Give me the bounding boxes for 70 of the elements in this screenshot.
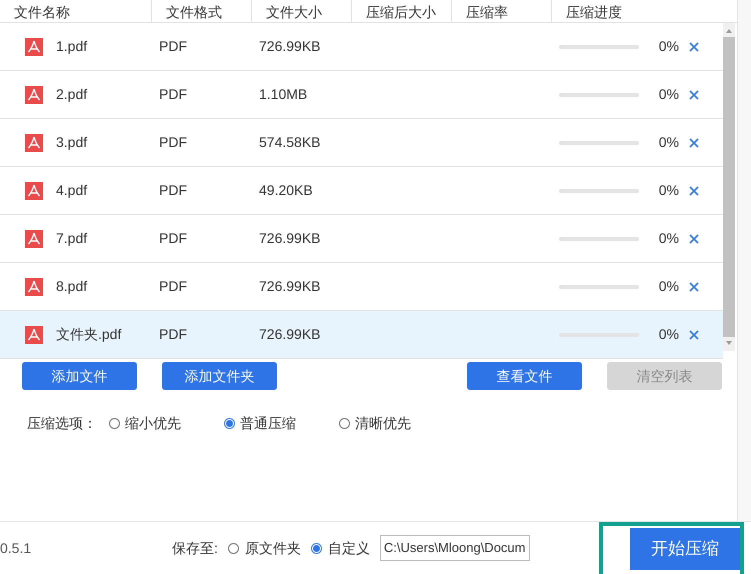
scroll-down-arrow-icon[interactable] [725,339,733,347]
column-header: 文件大小 [266,5,322,19]
compression-label: 压缩选项： [27,414,97,433]
radio-button[interactable] [224,418,235,429]
close-icon[interactable] [689,186,699,196]
pdf-file-icon [25,326,43,344]
radio-button[interactable] [228,542,239,554]
file-row[interactable]: 文件夹.pdf PDF 726.99KB 0% [0,311,723,359]
option-label[interactable]: 清晰优先 [355,413,411,434]
file-format: PDF [159,181,188,200]
pdf-file-icon [25,278,43,296]
file-name: 4.pdf [56,181,88,200]
column-header: 压缩后大小 [366,5,436,19]
pdf-file-icon [25,38,43,56]
action-button[interactable]: 添加文件 [22,362,137,390]
file-name: 2.pdf [56,85,88,104]
file-size: 726.99KB [259,325,322,344]
scroll-up-arrow-icon[interactable] [725,27,733,35]
option-label[interactable]: 原文件夹 [244,538,301,558]
close-icon[interactable] [689,282,699,292]
progress-percent: 0% [658,37,679,56]
scrollbar[interactable] [723,23,735,351]
progress-percent: 0% [658,277,679,296]
progress-percent: 0% [658,325,679,344]
action-button[interactable]: 查看文件 [467,362,582,390]
file-format: PDF [159,277,188,296]
file-size: 1.10MB [259,85,308,104]
pdf-file-icon [25,86,43,104]
file-size: 49.20KB [259,181,314,200]
file-name: 3.pdf [56,133,88,152]
close-icon[interactable] [689,90,699,100]
save-label: 保存至: [172,538,218,558]
radio-button[interactable] [109,418,120,429]
path-field[interactable]: C:\Users\Mloong\Docum [380,535,530,561]
close-icon[interactable] [689,330,699,340]
file-name: 文件夹.pdf [56,325,122,344]
progress-percent: 0% [658,133,679,152]
close-icon[interactable] [689,138,699,148]
start-button[interactable]: 开始压缩 [630,528,740,570]
action-button[interactable]: 添加文件夹 [162,362,277,390]
radio-button[interactable] [310,542,322,554]
progress-percent: 0% [658,181,679,200]
file-format: PDF [159,37,188,56]
progress-percent: 0% [658,229,679,248]
file-format: PDF [159,133,188,152]
file-size: 574.58KB [259,133,322,152]
pdf-file-icon [25,134,43,152]
column-header: 压缩率 [466,5,508,19]
file-format: PDF [159,229,188,248]
pdf-file-icon [25,182,43,200]
column-header: 文件格式 [166,5,222,19]
option-label[interactable]: 普通压缩 [240,413,296,434]
file-format: PDF [159,85,188,104]
file-name: 1.pdf [56,37,88,56]
progress-percent: 0% [658,85,679,104]
file-format: PDF [159,325,188,344]
close-icon[interactable] [689,42,699,52]
column-header: 压缩进度 [566,5,622,19]
file-name: 8.pdf [56,277,88,296]
pdf-file-icon [25,230,43,248]
option-label[interactable]: 自定义 [328,538,370,558]
option-label[interactable]: 缩小优先 [125,413,181,434]
file-name: 7.pdf [56,229,88,248]
file-size: 726.99KB [259,229,322,248]
version-label: 0.5.1 [0,538,32,558]
file-size: 726.99KB [259,37,322,56]
close-icon[interactable] [689,234,699,244]
column-header: 文件名称 [14,5,70,19]
file-size: 726.99KB [259,277,322,296]
radio-button[interactable] [339,418,350,429]
